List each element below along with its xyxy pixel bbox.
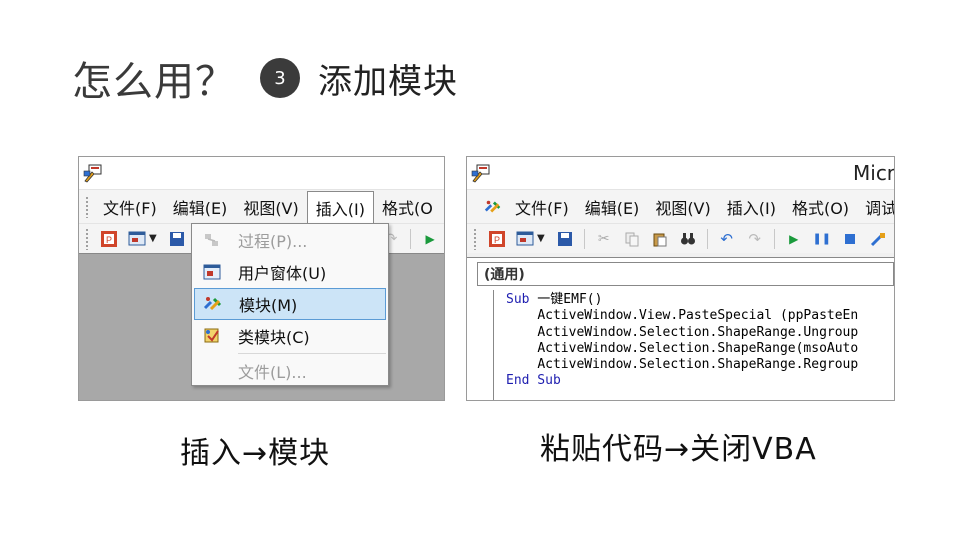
run-icon[interactable]: ▶ bbox=[421, 230, 439, 248]
menu-insert[interactable]: 插入(I) bbox=[306, 190, 374, 225]
toolbar-separator bbox=[410, 228, 412, 249]
caption-paste-close: 粘贴代码→关闭VBA bbox=[540, 432, 817, 467]
stop-icon[interactable] bbox=[841, 230, 859, 248]
menu-edit[interactable]: 编辑(E) bbox=[577, 193, 648, 221]
svg-text:P: P bbox=[494, 235, 500, 245]
menu-item-label: 文件(L)... bbox=[238, 363, 307, 382]
paste-icon[interactable] bbox=[651, 230, 669, 248]
copy-icon[interactable] bbox=[623, 230, 641, 248]
pause-icon[interactable]: ❚❚ bbox=[812, 230, 830, 248]
toolbar-grip[interactable] bbox=[85, 195, 89, 218]
menu-item-label: 用户窗体(U) bbox=[238, 264, 327, 283]
code-sub-name: 一键EMF() bbox=[529, 292, 603, 307]
toolbar-grip[interactable] bbox=[85, 227, 89, 250]
toolbar-separator bbox=[773, 228, 775, 249]
code-editor[interactable]: Sub 一键EMF() ActiveWindow.View.PasteSpeci… bbox=[493, 290, 894, 400]
menu-item-label: 类模块(C) bbox=[238, 328, 310, 347]
save-icon[interactable] bbox=[556, 230, 574, 248]
standard-toolbar: P ▼ ✂ ↶ ↷ ▶ ❚❚ bbox=[467, 223, 894, 253]
menu-view[interactable]: 视图(V) bbox=[647, 193, 718, 221]
code-keyword-sub: Sub bbox=[506, 292, 530, 307]
code-line-3: ActiveWindow.Selection.ShapeRange(msoAut… bbox=[537, 340, 859, 356]
insert-userform-icon[interactable] bbox=[128, 230, 146, 248]
find-icon[interactable] bbox=[679, 230, 697, 248]
menu-format[interactable]: 格式(O) bbox=[784, 193, 857, 221]
menu-item-file[interactable]: 文件(L)... bbox=[192, 355, 388, 387]
menu-item-label: 过程(P)... bbox=[238, 232, 308, 251]
toolbar-grip[interactable] bbox=[473, 227, 477, 250]
menu-item-class-module[interactable]: 类模块(C) bbox=[192, 320, 388, 352]
design-mode-icon[interactable] bbox=[869, 230, 887, 248]
code-line-2: ActiveWindow.Selection.ShapeRange.Ungrou… bbox=[537, 324, 859, 340]
procedure-icon bbox=[202, 230, 222, 250]
userform-icon bbox=[202, 262, 222, 282]
menu-bar: 文件(F) 编辑(E) 视图(V) 插入(I) 格式(O) 调试 bbox=[467, 189, 894, 223]
window-titlebar: Micr bbox=[467, 157, 894, 189]
toolbar-separator bbox=[583, 228, 585, 249]
class-module-icon bbox=[202, 326, 222, 346]
toolbar-separator bbox=[706, 228, 708, 249]
menu-edit[interactable]: 编辑(E) bbox=[165, 193, 236, 221]
caption-insert-module: 插入→模块 bbox=[180, 436, 331, 471]
module-icon bbox=[203, 294, 223, 314]
menu-file[interactable]: 文件(F) bbox=[507, 193, 577, 221]
window-title: Micr bbox=[853, 161, 895, 185]
vba-app-icon bbox=[83, 164, 102, 183]
save-icon[interactable] bbox=[168, 230, 186, 248]
step-number-badge: 3 bbox=[260, 58, 300, 98]
menu-item-userform[interactable]: 用户窗体(U) bbox=[192, 256, 388, 288]
svg-text:P: P bbox=[106, 235, 112, 245]
menu-debug[interactable]: 调试 bbox=[857, 193, 894, 221]
cut-icon[interactable]: ✂ bbox=[595, 230, 613, 248]
menu-item-label: 模块(M) bbox=[239, 296, 298, 315]
code-end-sub: End Sub bbox=[506, 373, 561, 389]
object-combobox[interactable]: (通用) bbox=[477, 262, 894, 286]
vba-app-icon bbox=[471, 164, 490, 183]
powerpoint-view-icon[interactable]: P bbox=[488, 230, 506, 248]
blank-icon bbox=[202, 361, 222, 381]
insert-dropdown-menu: 过程(P)... 用户窗体(U) 模块(M) 类模块(C) 文件(L)... bbox=[191, 223, 389, 386]
menu-insert[interactable]: 插入(I) bbox=[719, 193, 784, 221]
menu-format[interactable]: 格式(O bbox=[374, 193, 441, 221]
menu-bar: 文件(F) 编辑(E) 视图(V) 插入(I) 格式(O bbox=[79, 189, 444, 225]
vba-editor-code-screenshot: Micr 文件(F) 编辑(E) 视图(V) 插入(I) 格式(O) 调试 P … bbox=[466, 156, 895, 401]
title-question: 怎么用？ bbox=[72, 59, 236, 105]
menu-separator bbox=[238, 353, 386, 354]
chevron-down-icon[interactable]: ▼ bbox=[149, 233, 157, 244]
run-icon[interactable]: ▶ bbox=[785, 230, 803, 248]
code-line-4: ActiveWindow.Selection.ShapeRange.Regrou… bbox=[537, 357, 859, 373]
menu-file[interactable]: 文件(F) bbox=[95, 193, 165, 221]
powerpoint-view-icon[interactable]: P bbox=[100, 230, 118, 248]
menu-item-procedure[interactable]: 过程(P)... bbox=[192, 224, 388, 256]
slide-title: 怎么用？ 3 添加模块 bbox=[72, 50, 458, 106]
menu-view[interactable]: 视图(V) bbox=[235, 193, 306, 221]
undo-icon[interactable]: ↶ bbox=[718, 230, 736, 248]
window-titlebar bbox=[79, 157, 444, 189]
chevron-down-icon[interactable]: ▼ bbox=[537, 233, 545, 244]
step-title: 添加模块 bbox=[318, 61, 458, 102]
code-line-1: ActiveWindow.View.PasteSpecial (ppPasteE… bbox=[537, 308, 859, 324]
vba-editor-insert-menu-screenshot: 文件(F) 编辑(E) 视图(V) 插入(I) 格式(O P ▼ ↷ ▶ 过程(… bbox=[78, 156, 445, 401]
redo-icon[interactable]: ↷ bbox=[746, 230, 764, 248]
menu-item-module[interactable]: 模块(M) bbox=[194, 288, 386, 320]
insert-userform-icon[interactable] bbox=[516, 230, 534, 248]
module-icon[interactable] bbox=[484, 198, 502, 216]
code-window: (通用) Sub 一键EMF() ActiveWindow.View.Paste… bbox=[467, 257, 894, 400]
